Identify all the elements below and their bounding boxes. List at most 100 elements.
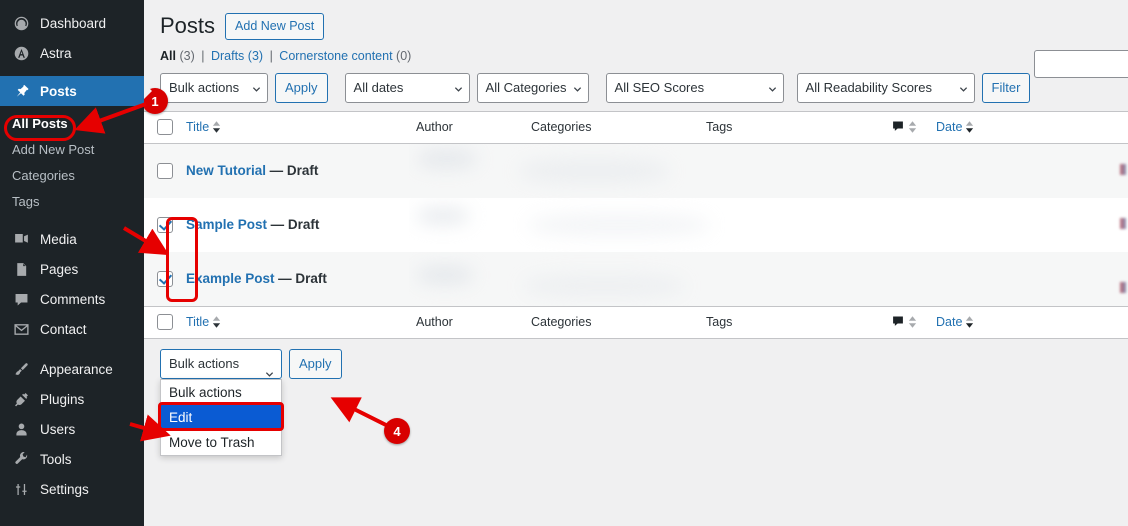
wrench-icon <box>11 449 31 469</box>
post-title-link[interactable]: New Tutorial <box>186 163 266 178</box>
post-status-label: — Draft <box>270 163 319 178</box>
filter-separator: | <box>198 49 207 63</box>
sidebar-item-pages[interactable]: Pages <box>0 254 144 284</box>
column-footer-title[interactable]: Title <box>186 315 416 329</box>
tablenav-bottom: Bulk actions Apply Bulk actions Edit Mov… <box>144 339 1128 379</box>
sidebar-item-users[interactable]: Users <box>0 414 144 444</box>
sidebar-item-label: Posts <box>40 84 77 99</box>
table-footer-row: Title Author Categories Tags <box>144 306 1128 338</box>
select-all-checkbox-top[interactable] <box>144 119 186 135</box>
pin-icon <box>11 81 31 101</box>
table-row[interactable]: Example Post — Draft <box>144 252 1128 306</box>
bulk-actions-dropdown-menu[interactable]: Bulk actions Edit Move to Trash <box>160 379 282 456</box>
row-checkbox[interactable] <box>144 271 186 287</box>
column-date-label: Date <box>936 120 962 134</box>
sort-arrows-icon[interactable] <box>965 121 974 133</box>
checkbox[interactable] <box>157 217 173 233</box>
checkbox[interactable] <box>157 163 173 179</box>
sort-arrows-icon[interactable] <box>908 316 917 328</box>
sidebar-item-all-posts[interactable]: All Posts <box>0 110 144 136</box>
sidebar-item-posts[interactable]: Posts <box>0 76 144 106</box>
table-row[interactable]: Sample Post — Draft <box>144 198 1128 252</box>
apply-button-bottom[interactable]: Apply <box>289 349 342 379</box>
column-title-label: Title <box>186 120 209 134</box>
sidebar-item-astra[interactable]: Astra <box>0 38 144 68</box>
sidebar-item-add-new-post[interactable]: Add New Post <box>0 136 144 162</box>
filter-count-all: (3) <box>179 49 194 63</box>
checkbox[interactable] <box>157 271 173 287</box>
sort-arrows-icon[interactable] <box>212 316 221 328</box>
column-footer-date[interactable]: Date <box>936 315 1056 329</box>
column-header-title[interactable]: Title <box>186 120 416 134</box>
chevron-down-icon <box>959 85 967 93</box>
sidebar-item-dashboard[interactable]: Dashboard <box>0 8 144 38</box>
chevron-down-icon <box>573 85 581 93</box>
table-header-row: Title Author Categories Tags <box>144 112 1128 144</box>
pages-icon <box>11 259 31 279</box>
bulk-actions-value: Bulk actions <box>169 80 239 95</box>
sidebar-item-plugins[interactable]: Plugins <box>0 384 144 414</box>
sidebar-subitem-label: Add New Post <box>12 142 94 157</box>
comments-icon <box>11 289 31 309</box>
filter-link-drafts[interactable]: Drafts <box>211 49 244 63</box>
mail-icon <box>11 319 31 339</box>
sidebar-subitem-label: Tags <box>12 194 39 209</box>
filter-button[interactable]: Filter <box>982 73 1031 103</box>
filter-count-drafts: (3) <box>248 49 263 63</box>
filter-link-cornerstone[interactable]: Cornerstone content <box>279 49 392 63</box>
chevron-down-icon <box>768 85 776 93</box>
filter-separator: | <box>267 49 276 63</box>
filter-link-all[interactable]: All <box>160 49 176 63</box>
readability-score-filter-select[interactable]: All Readability Scores <box>797 73 975 103</box>
sidebar-subitem-label: Categories <box>12 168 75 183</box>
column-header-date[interactable]: Date <box>936 120 1056 134</box>
post-title-link[interactable]: Sample Post <box>186 217 267 232</box>
row-title-cell: Sample Post — Draft <box>186 217 416 232</box>
dropdown-option-move-to-trash[interactable]: Move to Trash <box>161 430 281 455</box>
sort-arrows-icon[interactable] <box>965 316 974 328</box>
post-status-label: — Draft <box>278 271 327 286</box>
sidebar-item-label: Tools <box>40 452 72 467</box>
column-footer-comments[interactable] <box>891 314 936 331</box>
column-header-comments[interactable] <box>891 119 936 136</box>
post-title-link[interactable]: Example Post <box>186 271 275 286</box>
bulk-actions-select-bottom[interactable]: Bulk actions <box>160 349 282 379</box>
column-footer-categories: Categories <box>531 315 706 329</box>
date-filter-select[interactable]: All dates <box>345 73 470 103</box>
post-status-filter-links: All (3) | Drafts (3) | Cornerstone conte… <box>144 41 1128 63</box>
column-header-tags: Tags <box>706 120 891 134</box>
row-checkbox[interactable] <box>144 163 186 179</box>
date-filter-value: All dates <box>354 80 404 95</box>
row-checkbox[interactable] <box>144 217 186 233</box>
dropdown-option-edit[interactable]: Edit <box>161 405 281 430</box>
sort-arrows-icon[interactable] <box>212 121 221 133</box>
brush-icon <box>11 359 31 379</box>
sort-arrows-icon[interactable] <box>908 121 917 133</box>
table-row[interactable]: New Tutorial — Draft <box>144 144 1128 198</box>
sidebar-item-settings[interactable]: Settings <box>0 474 144 504</box>
checkbox[interactable] <box>157 314 173 330</box>
sidebar-item-comments[interactable]: Comments <box>0 284 144 314</box>
select-all-checkbox-bottom[interactable] <box>144 314 186 330</box>
sidebar-item-contact[interactable]: Contact <box>0 314 144 344</box>
comment-icon <box>891 314 905 331</box>
seo-score-filter-select[interactable]: All SEO Scores <box>606 73 784 103</box>
sidebar-item-media[interactable]: Media <box>0 224 144 254</box>
sidebar-item-appearance[interactable]: Appearance <box>0 354 144 384</box>
admin-sidebar: Dashboard Astra Posts All Posts Add New … <box>0 0 144 526</box>
bulk-actions-value: Bulk actions <box>169 356 239 371</box>
sidebar-item-tools[interactable]: Tools <box>0 444 144 474</box>
category-filter-select[interactable]: All Categories <box>477 73 589 103</box>
checkbox[interactable] <box>157 119 173 135</box>
add-new-post-button[interactable]: Add New Post <box>225 13 324 41</box>
plug-icon <box>11 389 31 409</box>
bulk-actions-select-top[interactable]: Bulk actions <box>160 73 268 103</box>
apply-button-top[interactable]: Apply <box>275 73 328 103</box>
astra-icon <box>11 43 31 63</box>
sidebar-item-categories[interactable]: Categories <box>0 162 144 188</box>
column-footer-tags: Tags <box>706 315 891 329</box>
sidebar-item-tags[interactable]: Tags <box>0 188 144 214</box>
annotation-marker-4: 4 <box>384 418 410 444</box>
dropdown-option-bulk-actions[interactable]: Bulk actions <box>161 380 281 405</box>
dashboard-icon <box>11 13 31 33</box>
